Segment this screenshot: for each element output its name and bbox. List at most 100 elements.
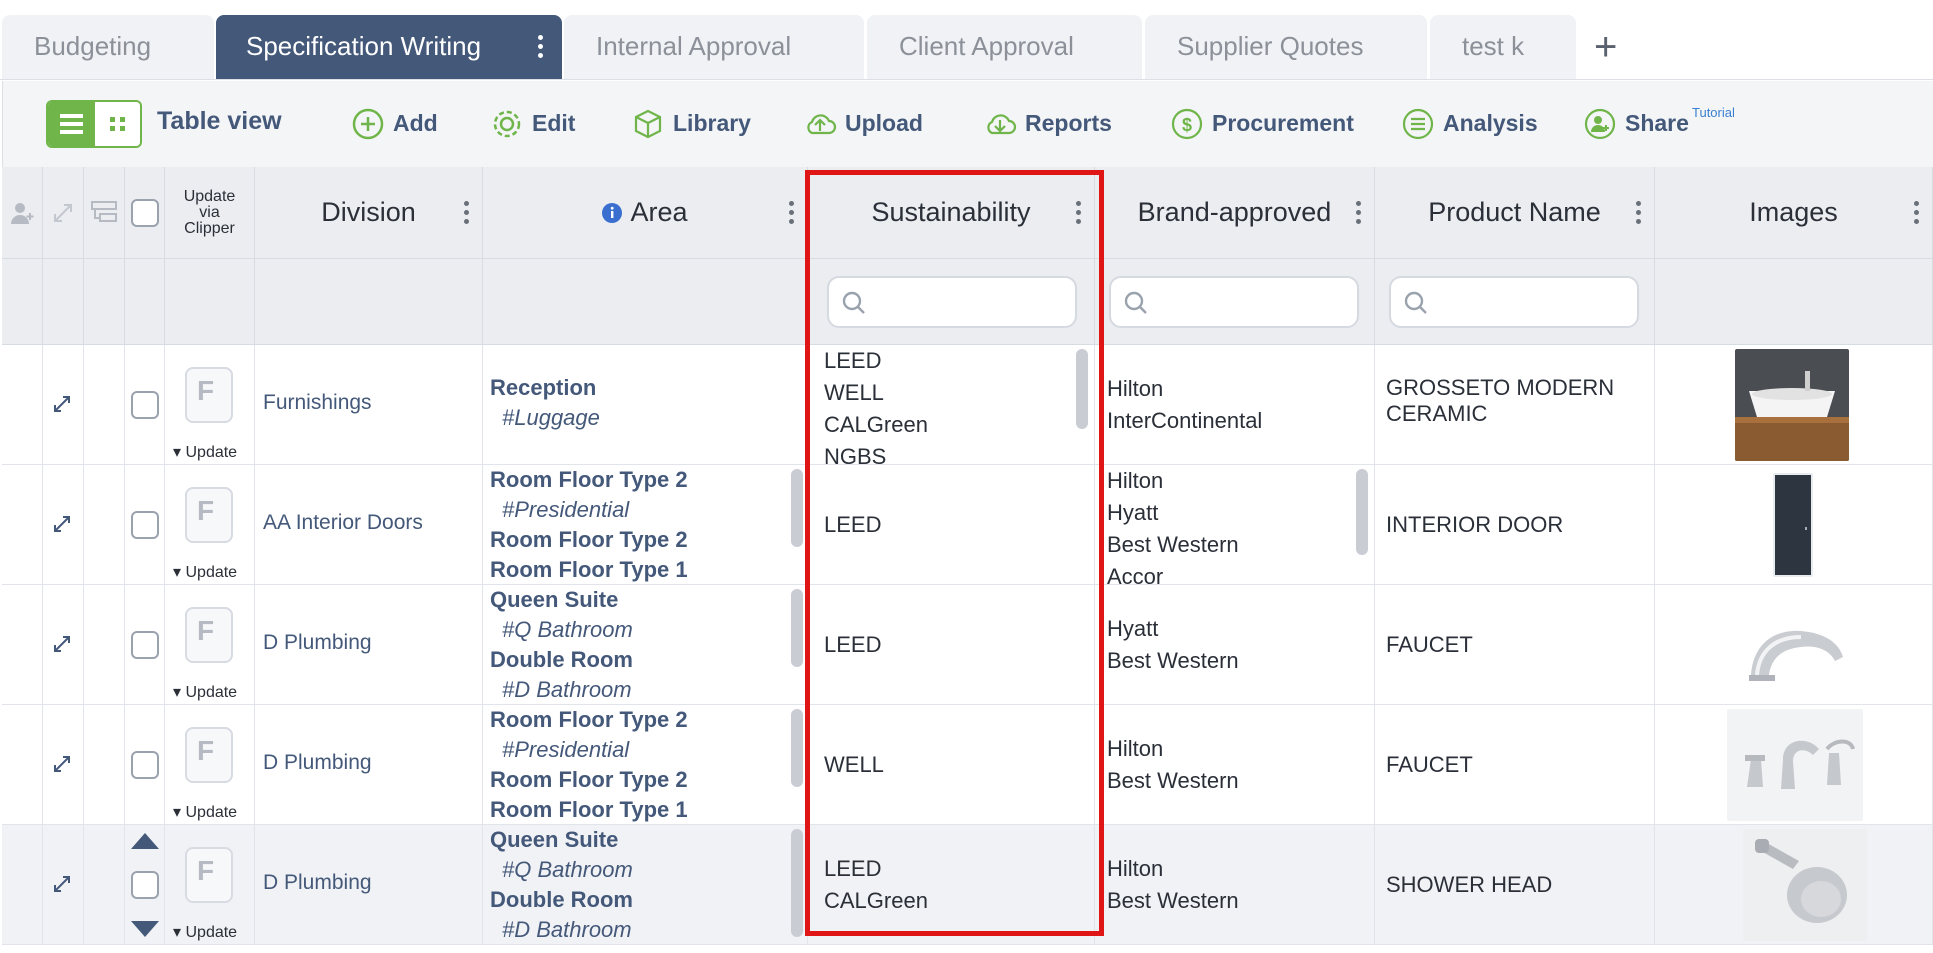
image-cell[interactable] xyxy=(1655,825,1933,945)
faucet-set-image[interactable] xyxy=(1727,709,1863,821)
clipper-icon[interactable]: F xyxy=(185,367,233,423)
product-cell[interactable]: SHOWER HEAD xyxy=(1375,825,1655,945)
division-cell[interactable]: Furnishings xyxy=(255,345,483,465)
move-down-icon[interactable] xyxy=(131,921,159,937)
brand-search-input[interactable] xyxy=(1109,276,1359,328)
sustainability-cell[interactable]: LEED CALGreen xyxy=(808,825,1095,945)
cell-scrollbar[interactable] xyxy=(1356,469,1368,555)
area-cell[interactable]: Queen Suite #Q Bathroom Double Room #D B… xyxy=(483,585,808,705)
area-cell[interactable]: Reception #Luggage xyxy=(483,345,808,465)
column-menu-icon[interactable] xyxy=(1636,201,1642,228)
column-menu-icon[interactable] xyxy=(1914,201,1920,228)
product-cell[interactable]: FAUCET xyxy=(1375,705,1655,825)
tab-test-k[interactable]: test k xyxy=(1430,15,1576,79)
update-dropdown[interactable]: ▾ Update xyxy=(173,562,237,582)
expand-icon[interactable] xyxy=(51,633,73,655)
expand-icon[interactable] xyxy=(51,513,73,535)
area-cell[interactable]: Queen Suite #Q Bathroom Double Room #D B… xyxy=(483,825,808,945)
area-cell[interactable]: Room Floor Type 2 #Presidential Room Flo… xyxy=(483,465,808,585)
images-column-header[interactable]: Images xyxy=(1655,167,1933,259)
view-toggle[interactable] xyxy=(46,100,142,148)
cell-scrollbar[interactable] xyxy=(791,589,803,667)
image-cell[interactable] xyxy=(1655,345,1933,465)
tutorial-link[interactable]: Tutorial xyxy=(1692,105,1735,120)
division-cell[interactable]: D Plumbing xyxy=(255,585,483,705)
library-button[interactable]: Library xyxy=(631,101,751,145)
update-dropdown[interactable]: ▾ Update xyxy=(173,922,237,942)
clipper-icon[interactable]: F xyxy=(185,847,233,903)
shower-head-image[interactable] xyxy=(1743,829,1867,941)
sink-image[interactable] xyxy=(1735,349,1849,461)
sustainability-search-input[interactable] xyxy=(827,276,1077,328)
division-column-header[interactable]: Division xyxy=(255,167,483,259)
share-button[interactable]: Share xyxy=(1583,101,1689,145)
tab-supplier-quotes[interactable]: Supplier Quotes xyxy=(1145,15,1427,79)
expand-icon[interactable] xyxy=(51,393,73,415)
brand-cell[interactable]: Hyatt Best Western xyxy=(1095,585,1375,705)
product-cell[interactable]: GROSSETO MODERN CERAMIC xyxy=(1375,345,1655,465)
row-checkbox[interactable] xyxy=(131,871,159,899)
brand-cell[interactable]: Hilton Hyatt Best Western Accor xyxy=(1095,465,1375,585)
row-checkbox[interactable] xyxy=(131,751,159,779)
column-menu-icon[interactable] xyxy=(464,201,470,228)
update-dropdown[interactable]: ▾ Update xyxy=(173,802,237,822)
info-icon[interactable] xyxy=(602,202,623,223)
cell-scrollbar[interactable] xyxy=(791,829,803,937)
sustainability-cell[interactable]: LEED xyxy=(808,465,1095,585)
door-image[interactable] xyxy=(1773,473,1813,577)
update-dropdown[interactable]: ▾ Update xyxy=(173,442,237,462)
cell-scrollbar[interactable] xyxy=(791,709,803,787)
row-checkbox[interactable] xyxy=(131,511,159,539)
area-column-header[interactable]: Area xyxy=(483,167,808,259)
column-menu-icon[interactable] xyxy=(1356,201,1362,228)
clipper-icon[interactable]: F xyxy=(185,727,233,783)
brand-cell[interactable]: Hilton Best Western xyxy=(1095,825,1375,945)
cell-scrollbar[interactable] xyxy=(791,469,803,547)
add-tab-icon[interactable]: + xyxy=(1594,22,1617,72)
area-cell[interactable]: Room Floor Type 2 #Presidential Room Flo… xyxy=(483,705,808,825)
division-cell[interactable]: AA Interior Doors xyxy=(255,465,483,585)
row-checkbox[interactable] xyxy=(131,391,159,419)
expand-column-header[interactable] xyxy=(43,167,84,259)
clipper-icon[interactable]: F xyxy=(185,487,233,543)
row-checkbox[interactable] xyxy=(131,631,159,659)
grid-view-icon[interactable] xyxy=(95,102,140,146)
sustainability-cell[interactable]: LEED xyxy=(808,585,1095,705)
sustainability-column-header[interactable]: Sustainability xyxy=(808,167,1095,259)
division-cell[interactable]: D Plumbing xyxy=(255,825,483,945)
hierarchy-column-header[interactable] xyxy=(84,167,125,259)
cell-scrollbar[interactable] xyxy=(1076,349,1088,429)
add-button[interactable]: Add xyxy=(351,101,438,145)
analysis-button[interactable]: Analysis xyxy=(1401,101,1538,145)
product-search-input[interactable] xyxy=(1389,276,1639,328)
upload-button[interactable]: Upload xyxy=(803,101,923,145)
expand-icon[interactable] xyxy=(51,753,73,775)
faucet-image[interactable] xyxy=(1743,605,1847,685)
select-all-checkbox[interactable] xyxy=(130,198,159,227)
sustainability-cell[interactable]: WELL xyxy=(808,705,1095,825)
division-cell[interactable]: D Plumbing xyxy=(255,705,483,825)
assign-user-column-header[interactable] xyxy=(2,167,43,259)
image-cell[interactable] xyxy=(1655,585,1933,705)
image-cell[interactable] xyxy=(1655,465,1933,585)
brand-cell[interactable]: Hilton InterContinental xyxy=(1095,345,1375,465)
list-view-icon[interactable] xyxy=(48,102,95,146)
brand-approved-column-header[interactable]: Brand-approved xyxy=(1095,167,1375,259)
tab-client-approval[interactable]: Client Approval xyxy=(867,15,1142,79)
product-cell[interactable]: INTERIOR DOOR xyxy=(1375,465,1655,585)
expand-icon[interactable] xyxy=(51,873,73,895)
clipper-icon[interactable]: F xyxy=(185,607,233,663)
column-menu-icon[interactable] xyxy=(789,201,795,228)
tab-menu-icon[interactable] xyxy=(538,35,544,62)
product-cell[interactable]: FAUCET xyxy=(1375,585,1655,705)
tab-budgeting[interactable]: Budgeting xyxy=(2,15,214,79)
brand-cell[interactable]: Hilton Best Western xyxy=(1095,705,1375,825)
product-name-column-header[interactable]: Product Name xyxy=(1375,167,1655,259)
edit-button[interactable]: Edit xyxy=(490,101,575,145)
column-menu-icon[interactable] xyxy=(1076,201,1082,228)
procurement-button[interactable]: $ Procurement xyxy=(1170,101,1354,145)
move-up-icon[interactable] xyxy=(131,833,159,849)
tab-specification-writing[interactable]: Specification Writing xyxy=(216,15,562,79)
reports-button[interactable]: Reports xyxy=(983,101,1112,145)
update-dropdown[interactable]: ▾ Update xyxy=(173,682,237,702)
